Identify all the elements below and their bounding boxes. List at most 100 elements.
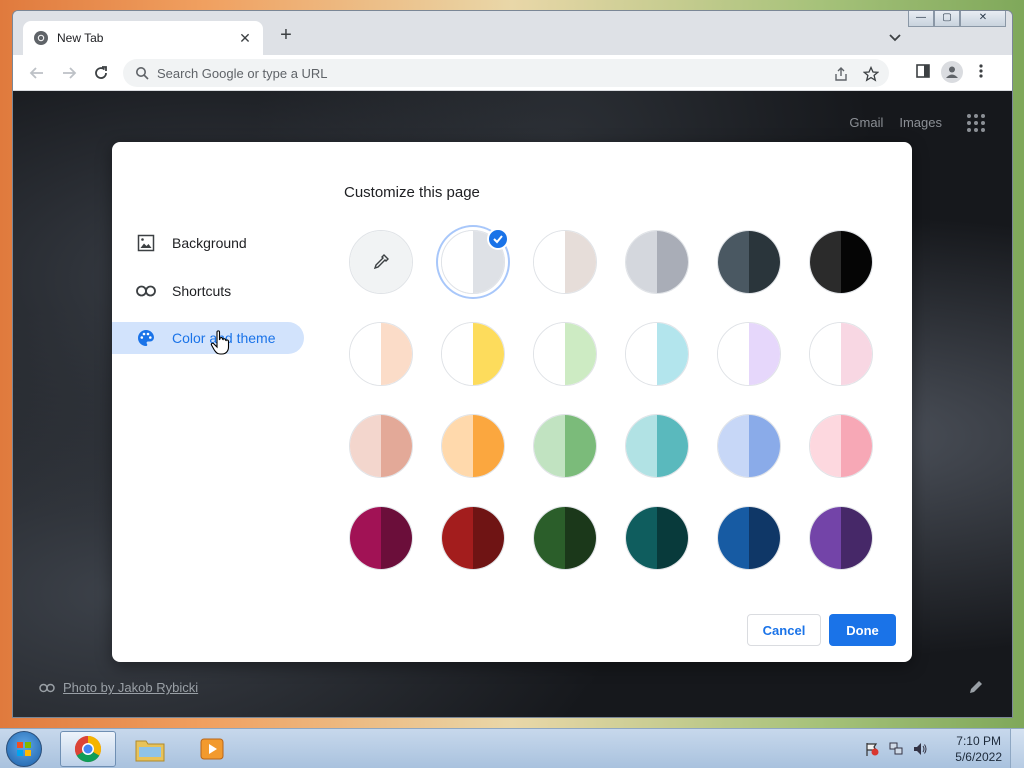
swatch-right-half (565, 231, 596, 293)
forward-arrow-icon (63, 67, 77, 79)
swatch-custom-color[interactable] (349, 230, 413, 294)
maximize-button[interactable]: ▢ (934, 11, 960, 27)
swatch-pink-white[interactable] (809, 322, 873, 386)
photo-credit-link[interactable]: Photo by Jakob Rybicki (39, 680, 198, 695)
swatch-right-half (657, 231, 688, 293)
share-icon[interactable] (831, 64, 851, 84)
show-desktop-button[interactable] (1010, 729, 1024, 768)
swatch-right-half (381, 415, 412, 477)
volume-icon[interactable] (912, 741, 928, 757)
reload-button[interactable] (89, 61, 113, 85)
swatch-right-half (565, 415, 596, 477)
swatch-warm-grey[interactable] (533, 230, 597, 294)
bookmark-star-icon[interactable] (861, 64, 881, 84)
taskbar-chrome[interactable] (60, 731, 116, 767)
swatch-left-half (810, 415, 841, 477)
taskbar-explorer[interactable] (122, 731, 178, 767)
photo-credit-text: Photo by Jakob Rybicki (63, 680, 199, 695)
swatch-light-blue[interactable] (717, 414, 781, 478)
swatch-right-half (749, 507, 780, 569)
swatch-right-half (841, 415, 872, 477)
swatch-left-half (350, 507, 381, 569)
folder-icon (135, 740, 165, 762)
swatch-midnight-blue[interactable] (717, 230, 781, 294)
swatch-dark-blue[interactable] (717, 506, 781, 570)
swatch-light-purple-white[interactable] (717, 322, 781, 386)
side-panel-icon[interactable] (913, 61, 933, 81)
swatch-right-half (841, 231, 872, 293)
done-button[interactable]: Done (829, 614, 896, 646)
swatch-right-half (841, 507, 872, 569)
swatch-left-half (810, 323, 841, 385)
windows-logo-icon (17, 742, 31, 756)
system-tray (864, 741, 928, 757)
start-button[interactable] (6, 731, 42, 767)
swatch-left-half (350, 323, 381, 385)
taskbar-media-player[interactable] (184, 731, 240, 767)
swatch-left-half (442, 507, 473, 569)
swatch-beige-white[interactable] (349, 322, 413, 386)
sidebar-item-shortcuts[interactable]: Shortcuts (112, 275, 304, 307)
tab-close-icon[interactable]: ✕ (237, 30, 253, 47)
link-icon (39, 683, 55, 692)
forward-button[interactable] (57, 61, 81, 85)
tab-search-icon[interactable] (885, 27, 905, 47)
swatch-cool-grey[interactable] (625, 230, 689, 294)
swatch-right-half (657, 507, 688, 569)
network-icon[interactable] (888, 741, 904, 757)
minimize-button[interactable]: — (908, 11, 934, 27)
link-icon (136, 281, 156, 301)
swatch-left-half (810, 231, 841, 293)
sidebar-item-background[interactable]: Background (112, 227, 304, 259)
swatch-purple[interactable] (809, 506, 873, 570)
browser-toolbar: Search Google or type a URL (13, 55, 1012, 91)
swatch-light-teal-white[interactable] (625, 322, 689, 386)
swatch-dark-pink-red[interactable] (349, 506, 413, 570)
swatch-left-half (626, 507, 657, 569)
back-button[interactable] (25, 61, 49, 85)
chrome-icon (74, 735, 102, 763)
swatch-left-half (350, 415, 381, 477)
swatch-light-teal[interactable] (625, 414, 689, 478)
swatch-dark-red-orange[interactable] (441, 506, 505, 570)
swatch-left-half (626, 323, 657, 385)
address-bar[interactable]: Search Google or type a URL (123, 59, 889, 87)
customize-dialog: Customize this page Background Shortcuts… (112, 142, 912, 662)
new-tab-button[interactable]: + (275, 25, 297, 47)
palette-icon (136, 328, 156, 348)
swatch-right-half (657, 323, 688, 385)
swatch-green-white[interactable] (533, 322, 597, 386)
action-center-flag-icon[interactable] (864, 741, 880, 757)
tab-new-tab[interactable]: New Tab ✕ (23, 21, 263, 55)
swatch-yellow-white[interactable] (441, 322, 505, 386)
profile-avatar[interactable] (941, 61, 963, 83)
clock-date: 5/6/2022 (955, 750, 1002, 764)
close-window-button[interactable]: ✕ (960, 11, 1006, 27)
swatch-left-half (534, 415, 565, 477)
swatch-right-half (749, 415, 780, 477)
swatch-black[interactable] (809, 230, 873, 294)
gmail-link[interactable]: Gmail (849, 115, 883, 130)
swatch-left-half (718, 231, 749, 293)
google-apps-icon[interactable] (966, 113, 986, 133)
media-player-icon (200, 738, 224, 760)
customize-pencil-icon[interactable] (968, 679, 984, 695)
swatch-left-half (442, 323, 473, 385)
cancel-button[interactable]: Cancel (747, 614, 821, 646)
chrome-logo-icon (34, 31, 48, 45)
swatch-left-half (534, 231, 565, 293)
swatch-dark-green[interactable] (533, 506, 597, 570)
swatch-left-half (534, 323, 565, 385)
images-link[interactable]: Images (899, 115, 942, 130)
swatch-beige[interactable] (349, 414, 413, 478)
swatch-left-half (718, 415, 749, 477)
swatch-pink[interactable] (809, 414, 873, 478)
swatch-orange[interactable] (441, 414, 505, 478)
swatch-dark-teal[interactable] (625, 506, 689, 570)
swatch-light-green[interactable] (533, 414, 597, 478)
taskbar-clock[interactable]: 7:10 PM 5/6/2022 (955, 733, 1002, 765)
sidebar-item-color-and-theme[interactable]: Color and theme (112, 322, 304, 354)
swatch-right-half (749, 231, 780, 293)
chrome-menu-icon[interactable] (971, 61, 991, 81)
tab-title: New Tab (57, 31, 104, 45)
